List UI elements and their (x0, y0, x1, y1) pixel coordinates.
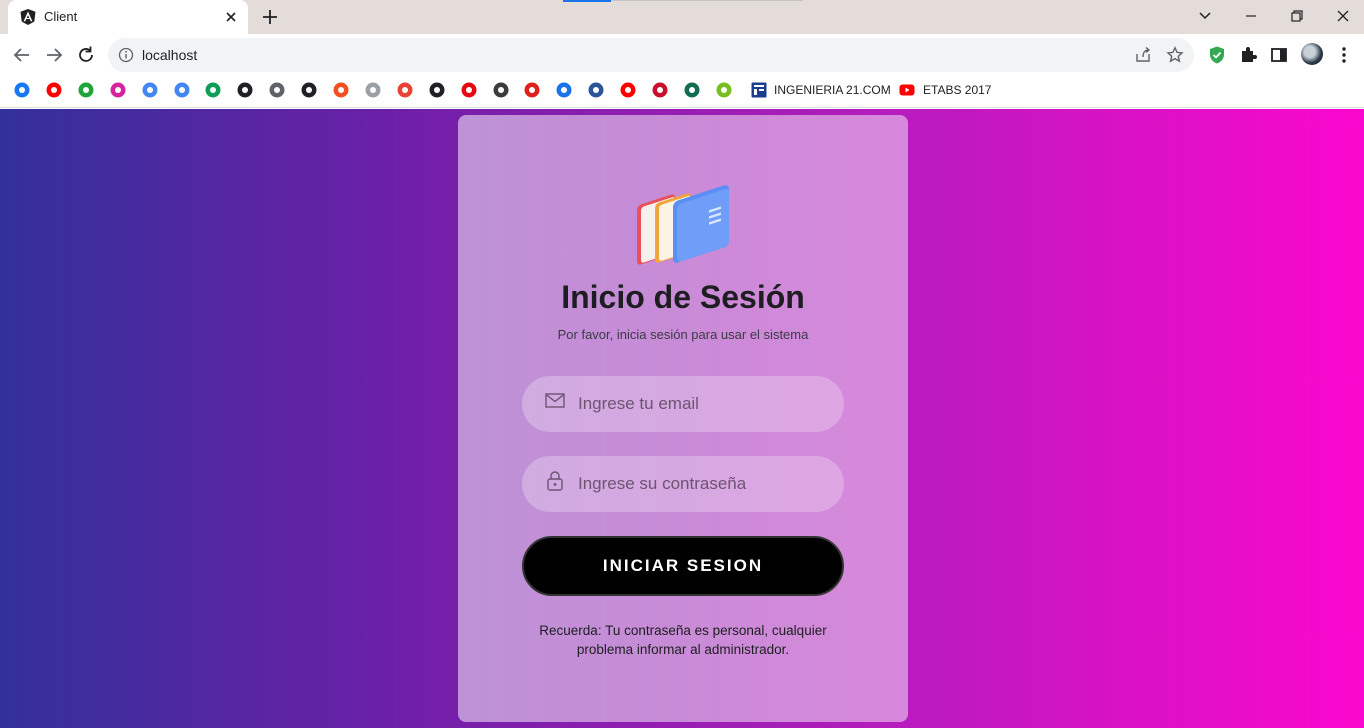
tab-accent-line (563, 0, 611, 2)
bookmarks-bar: INGENIERIA 21.COM ETABS 2017 (0, 76, 1364, 108)
back-icon[interactable] (11, 44, 33, 66)
profile-avatar[interactable] (1301, 43, 1323, 65)
login-subtitle: Por favor, inicia sesión para usar el si… (557, 327, 809, 342)
forward-icon[interactable] (43, 44, 65, 66)
blue-swirl-bookmark-icon[interactable] (556, 82, 572, 98)
login-card: Inicio de Sesión Por favor, inicia sesió… (458, 115, 908, 722)
facebook-bookmark-icon[interactable] (14, 82, 30, 98)
extensions-puzzle-icon[interactable] (1238, 45, 1258, 65)
google-drive-bookmark-icon[interactable] (205, 82, 221, 98)
angular-icon (20, 9, 36, 25)
site-info-icon[interactable] (118, 47, 134, 63)
google-bookmark-icon-2[interactable] (174, 82, 190, 98)
more-menu-icon[interactable] (1334, 45, 1354, 65)
lock-icon (547, 471, 563, 491)
address-bar[interactable]: localhost (108, 38, 1194, 72)
browser-tab[interactable]: Client (8, 0, 248, 34)
utorrent-bookmark-icon[interactable] (716, 82, 732, 98)
login-title: Inicio de Sesión (561, 279, 805, 315)
nba-tv-bookmark-icon[interactable] (652, 82, 668, 98)
close-window-icon[interactable] (1331, 5, 1355, 27)
tab-divider-line (611, 0, 803, 1)
restore-icon[interactable] (1285, 5, 1309, 27)
microsoft-bookmark-icon[interactable] (333, 82, 349, 98)
gmail-bookmark-icon[interactable] (397, 82, 413, 98)
shield-extension-icon[interactable] (1207, 45, 1227, 65)
gauge-bookmark-icon[interactable] (237, 82, 253, 98)
ingenieria-site-icon (751, 82, 767, 98)
youtube-icon (899, 84, 915, 96)
minimize-icon[interactable] (1239, 5, 1263, 27)
bookmark-etabs[interactable]: ETABS 2017 (923, 83, 991, 97)
github-bookmark-icon[interactable] (429, 82, 445, 98)
globe-bookmark-icon[interactable] (301, 82, 317, 98)
tab-search-chevron-icon[interactable] (1193, 5, 1217, 27)
side-panel-icon[interactable] (1269, 45, 1289, 65)
new-tab-icon[interactable] (258, 6, 282, 28)
netflix-bookmark-icon[interactable] (461, 82, 477, 98)
reload-icon[interactable] (75, 44, 97, 66)
circle-logo-bookmark-icon[interactable] (269, 82, 285, 98)
url-text[interactable]: localhost (142, 47, 197, 63)
share-icon[interactable] (1134, 46, 1152, 64)
youtube-bookmark-icon-2[interactable] (620, 82, 636, 98)
audio-bookmark-icon[interactable] (365, 82, 381, 98)
email-field[interactable] (522, 376, 844, 432)
password-field[interactable] (522, 456, 844, 512)
tab-strip: Client (0, 0, 1364, 34)
password-input[interactable] (578, 456, 828, 512)
tab-title: Client (44, 9, 78, 24)
red-m-bookmark-icon[interactable] (524, 82, 540, 98)
word-bookmark-icon[interactable] (588, 82, 604, 98)
page-background: Inicio de Sesión Por favor, inicia sesió… (0, 109, 1364, 728)
folders-logo-icon (637, 185, 729, 265)
login-button[interactable]: INICIAR SESION (522, 536, 844, 596)
browser-toolbar: localhost (0, 34, 1364, 76)
password-note: Recuerda: Tu contraseña es personal, cua… (539, 623, 827, 657)
email-input[interactable] (578, 376, 828, 432)
youtube-bookmark-icon[interactable] (46, 82, 62, 98)
close-tab-icon[interactable] (222, 8, 240, 26)
bookmark-star-icon[interactable] (1166, 46, 1184, 64)
dark-circle-bookmark-icon[interactable] (493, 82, 509, 98)
instagram-bookmark-icon[interactable] (110, 82, 126, 98)
mail-icon (545, 393, 565, 408)
green-one-bookmark-icon[interactable] (78, 82, 94, 98)
bookmark-ingenieria[interactable]: INGENIERIA 21.COM (774, 83, 891, 97)
google-bookmark-icon[interactable] (142, 82, 158, 98)
bet365-bookmark-icon[interactable] (684, 82, 700, 98)
